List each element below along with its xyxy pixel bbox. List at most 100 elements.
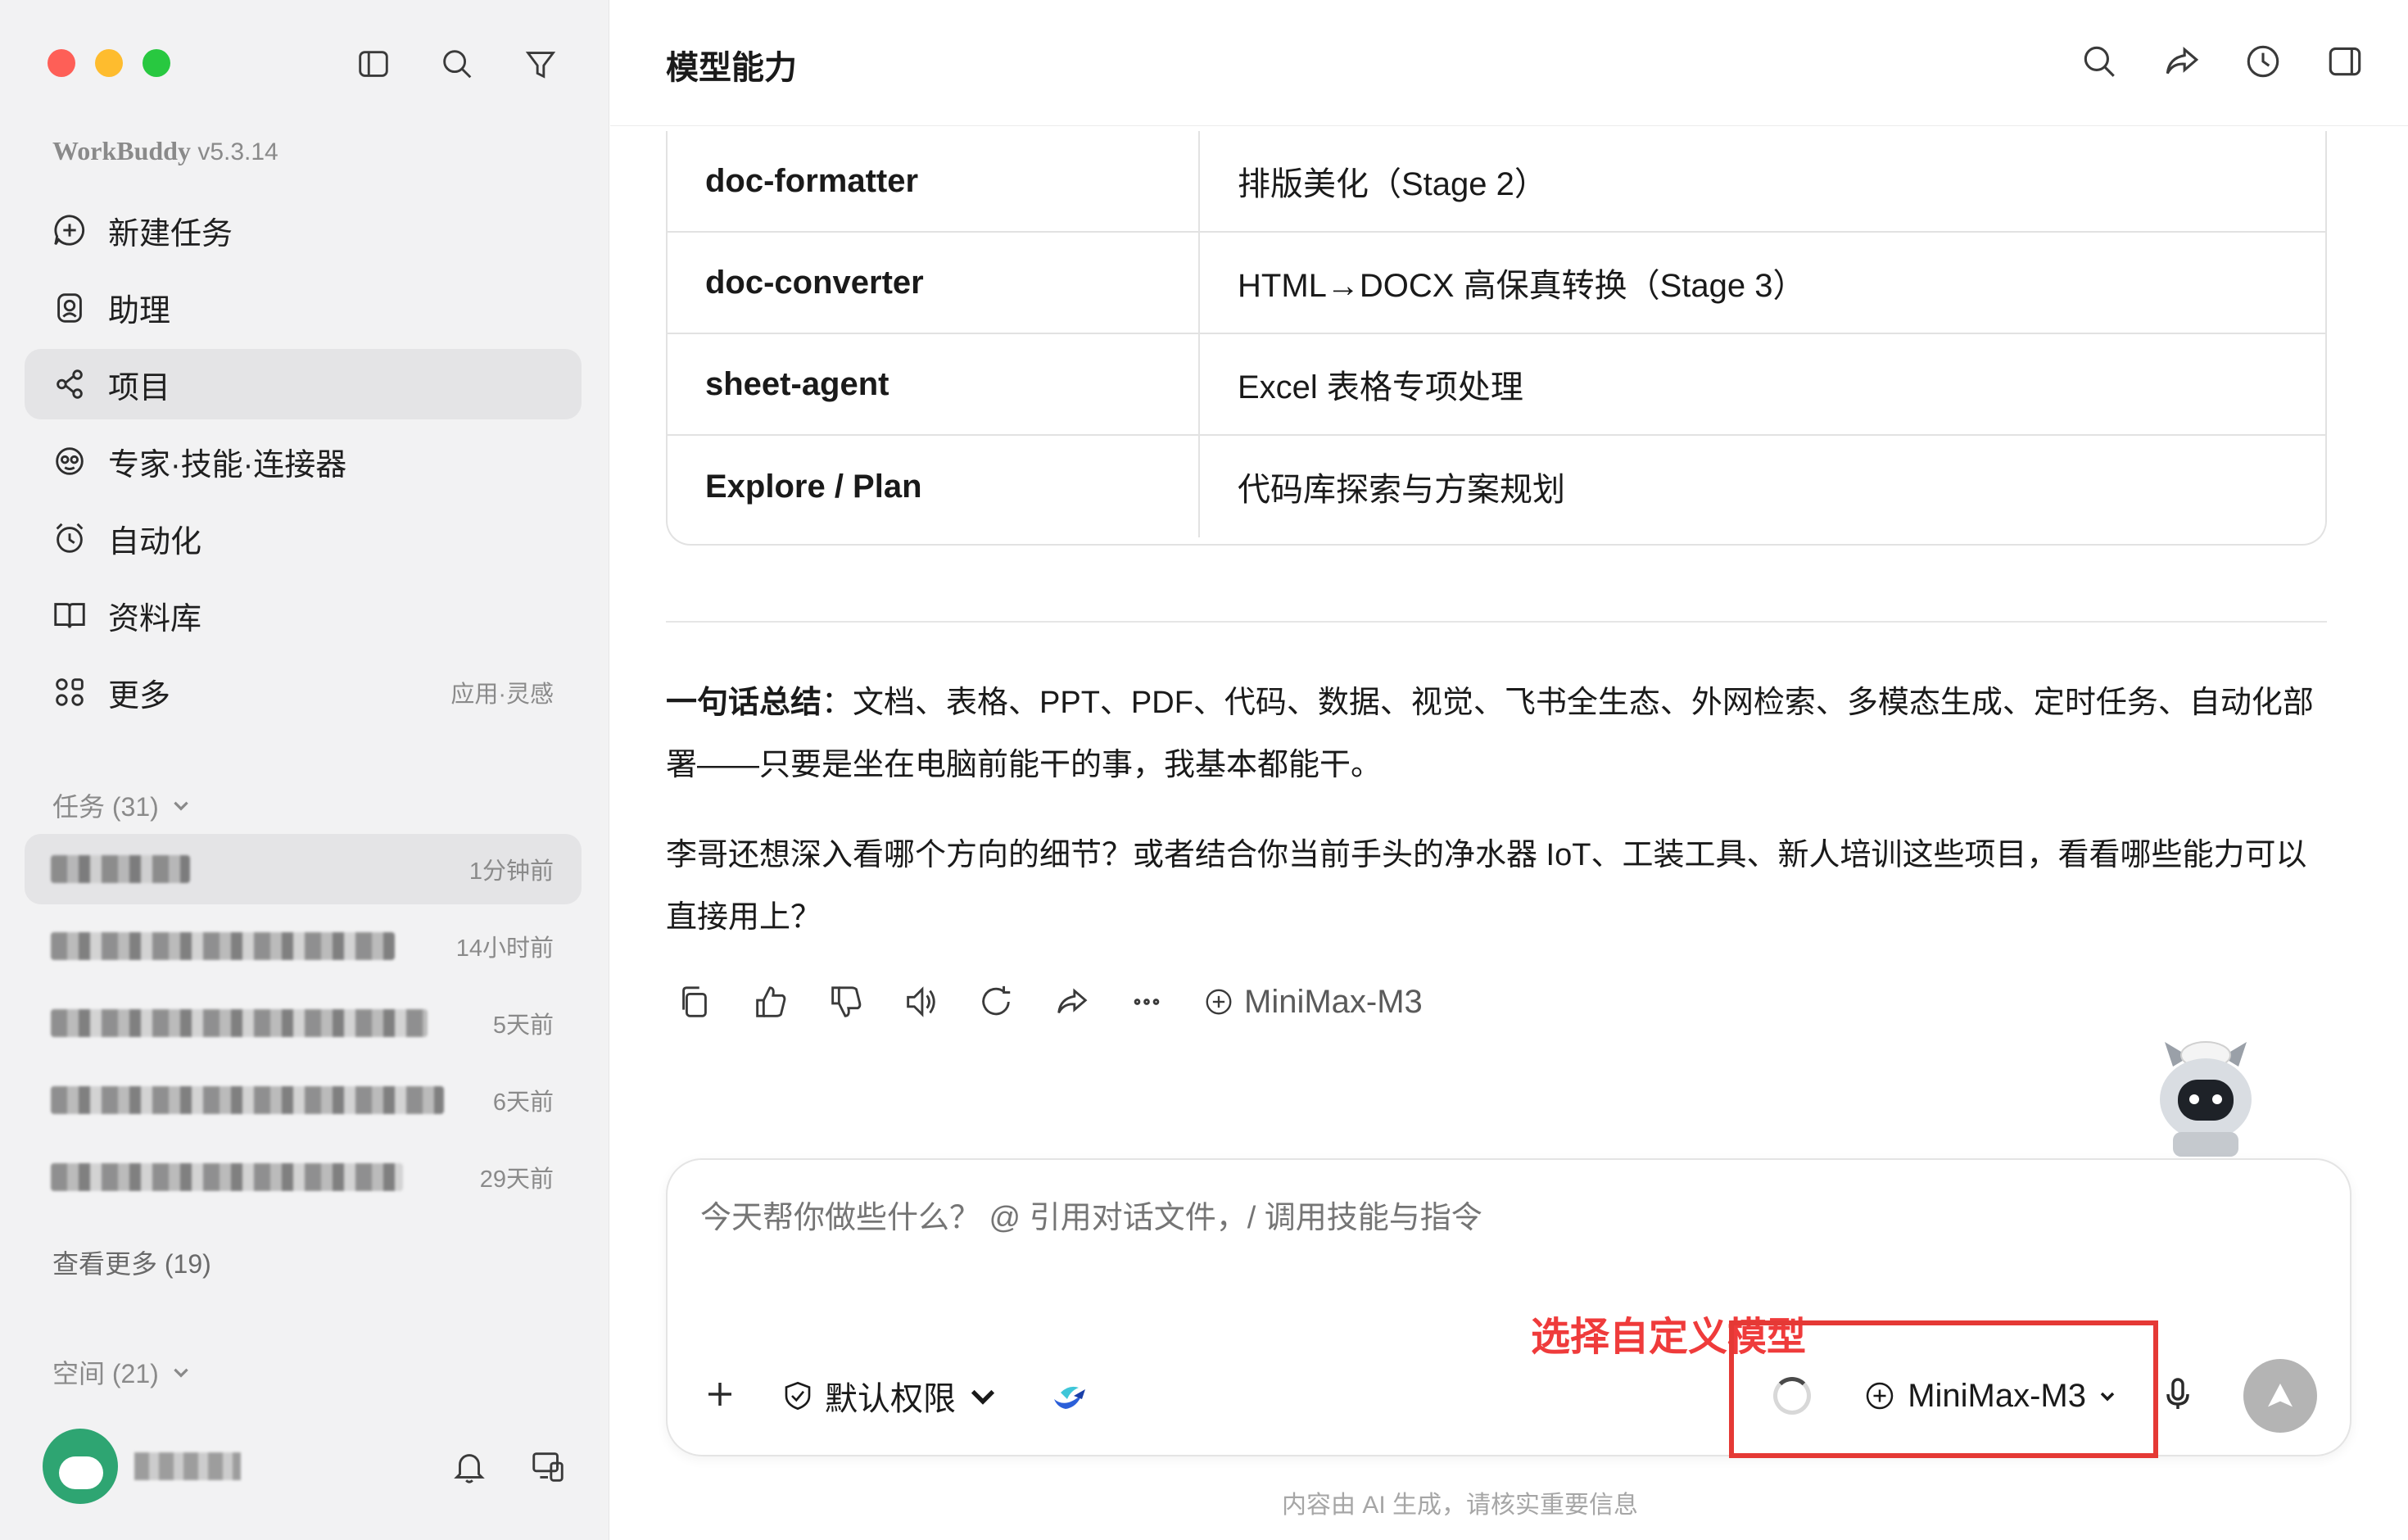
summary-paragraph: 一句话总结：文档、表格、PPT、PDF、代码、数据、视觉、飞书全生态、外网检索、… bbox=[666, 672, 2337, 796]
filter-button[interactable] bbox=[519, 43, 562, 85]
table-cell-desc: HTML→DOCX 高保真转换（Stage 3） bbox=[1238, 268, 1806, 304]
followup-paragraph: 李哥还想深入看哪个方向的细节？或者结合你当前手头的净水器 IoT、工装工具、新人… bbox=[666, 838, 2307, 935]
task-time: 14小时前 bbox=[455, 935, 554, 962]
page-title: 模型能力 bbox=[666, 50, 797, 86]
chevron-down-icon bbox=[971, 1389, 995, 1405]
spaces-header[interactable]: 空间 (21) bbox=[52, 1353, 192, 1391]
table-cell-desc: 排版美化（Stage 2） bbox=[1238, 166, 1547, 202]
task-item[interactable]: 6天前 bbox=[25, 1065, 582, 1135]
nav-assistant[interactable]: 助理 bbox=[25, 272, 582, 342]
see-more-link[interactable]: 查看更多 (19) bbox=[52, 1243, 211, 1281]
nav-more[interactable]: 更多 应用·灵感 bbox=[25, 657, 582, 727]
attach-button[interactable] bbox=[700, 1375, 740, 1418]
task-title-redacted bbox=[51, 932, 395, 960]
chevron-down-icon bbox=[174, 801, 188, 811]
microphone-icon bbox=[2166, 1377, 2189, 1409]
table-cell-name: Explore / Plan bbox=[668, 436, 1200, 537]
topbar: 模型能力 bbox=[610, 0, 2408, 126]
capabilities-table: doc-formatter 排版美化（Stage 2） doc-converte… bbox=[666, 131, 2327, 546]
message-input[interactable] bbox=[700, 1201, 2256, 1236]
chevron-down-icon bbox=[174, 1368, 188, 1378]
send-button[interactable] bbox=[2243, 1359, 2317, 1433]
app-brand: WorkBuddy v5.3.14 bbox=[52, 136, 278, 166]
panel-toggle-icon[interactable] bbox=[2324, 41, 2365, 82]
table-row: sheet-agent Excel 表格专项处理 bbox=[668, 334, 2325, 436]
task-time: 1分钟前 bbox=[468, 858, 554, 885]
summary-text: ：文档、表格、PPT、PDF、代码、数据、视觉、飞书全生态、外网检索、多模态生成… bbox=[666, 686, 2314, 782]
nav-expert[interactable]: 专家·技能·连接器 bbox=[25, 426, 582, 496]
table-cell-desc: 代码库探索与方案规划 bbox=[1238, 472, 1565, 508]
task-item[interactable]: 29天前 bbox=[25, 1142, 582, 1212]
sidebar-toolbar bbox=[352, 43, 562, 85]
task-title-redacted bbox=[51, 1009, 428, 1037]
nav-new-task[interactable]: 新建任务 bbox=[25, 195, 582, 265]
nav-label: 自动化 bbox=[108, 524, 202, 559]
table-cell-desc: Excel 表格专项处理 bbox=[1238, 369, 1523, 405]
app-version: v5.3.14 bbox=[197, 138, 278, 165]
shield-check-icon bbox=[785, 1381, 811, 1411]
integration-logo-icon[interactable] bbox=[1049, 1376, 1089, 1415]
ai-disclaimer: 内容由 AI 生成，请核实重要信息 bbox=[1281, 1492, 1638, 1519]
share-icon[interactable] bbox=[1052, 983, 1090, 1021]
message-actions: MiniMax-M3 bbox=[676, 983, 1423, 1021]
close-window-button[interactable] bbox=[48, 49, 75, 77]
plus-icon bbox=[708, 1382, 731, 1406]
nav-label: 新建任务 bbox=[108, 216, 233, 251]
nav-automation[interactable]: 自动化 bbox=[25, 503, 582, 573]
maximize-window-button[interactable] bbox=[143, 49, 170, 77]
send-arrow-icon bbox=[2268, 1384, 2293, 1407]
device-icon[interactable] bbox=[529, 1447, 567, 1485]
history-icon[interactable] bbox=[2243, 41, 2284, 82]
speaker-icon[interactable] bbox=[902, 983, 939, 1021]
response-model-label: MiniMax-M3 bbox=[1244, 983, 1423, 1020]
plus-circle-icon bbox=[1206, 989, 1232, 1015]
task-item[interactable]: 14小时前 bbox=[25, 911, 582, 981]
alarm-icon bbox=[56, 523, 84, 553]
divider bbox=[666, 621, 2327, 623]
task-title-redacted bbox=[51, 855, 190, 883]
topbar-tools bbox=[2079, 41, 2365, 82]
nav-library[interactable]: 资料库 bbox=[25, 580, 582, 650]
copy-icon[interactable] bbox=[676, 983, 713, 1021]
thumbs-down-icon[interactable] bbox=[826, 983, 864, 1021]
nav-more-extra[interactable]: 应用·灵感 bbox=[450, 675, 554, 709]
book-icon bbox=[54, 603, 85, 628]
task-item[interactable]: 1分钟前 bbox=[25, 834, 582, 904]
thumbs-up-icon[interactable] bbox=[751, 983, 789, 1021]
regenerate-icon[interactable] bbox=[977, 983, 1015, 1021]
sidebar-search-button[interactable] bbox=[436, 43, 478, 85]
minimize-window-button[interactable] bbox=[95, 49, 123, 77]
table-row: doc-converter HTML→DOCX 高保真转换（Stage 3） bbox=[668, 233, 2325, 334]
new-task-icon bbox=[54, 215, 85, 246]
sidebar-toggle-icon bbox=[359, 51, 388, 77]
task-list: 1分钟前 14小时前 5天前 6天前 29天前 bbox=[25, 834, 582, 1219]
avatar[interactable] bbox=[43, 1429, 118, 1504]
toggle-sidebar-button[interactable] bbox=[352, 43, 395, 85]
task-time: 29天前 bbox=[479, 1166, 554, 1193]
user-name-redacted bbox=[134, 1452, 241, 1480]
voice-input-button[interactable] bbox=[2158, 1375, 2198, 1418]
nav-project[interactable]: 项目 bbox=[25, 349, 582, 419]
main-panel: 模型能力 doc-formatter 排版美化（Stage 2） doc-con… bbox=[610, 0, 2408, 1540]
task-title-redacted bbox=[51, 1086, 444, 1114]
bell-icon[interactable] bbox=[450, 1447, 488, 1485]
table-cell-name: sheet-agent bbox=[668, 334, 1200, 434]
search-icon[interactable] bbox=[2079, 41, 2120, 82]
task-item[interactable]: 5天前 bbox=[25, 988, 582, 1058]
permission-dropdown[interactable]: 默认权限 bbox=[781, 1372, 1000, 1420]
table-cell-name: doc-formatter bbox=[668, 131, 1200, 231]
tasks-header[interactable]: 任务 (31) bbox=[52, 786, 192, 824]
sidebar: WorkBuddy v5.3.14 新建任务 助理 项目 专家·技能·连接器 自… bbox=[0, 0, 609, 1540]
search-icon bbox=[443, 50, 472, 79]
table-cell-name: doc-converter bbox=[668, 233, 1200, 333]
share-icon[interactable] bbox=[2161, 41, 2202, 82]
nav-label: 项目 bbox=[108, 370, 171, 405]
permission-label: 默认权限 bbox=[825, 1381, 956, 1417]
spaces-header-label: 空间 (21) bbox=[52, 1359, 159, 1388]
more-dots-icon[interactable] bbox=[1128, 983, 1166, 1021]
filter-icon bbox=[525, 52, 556, 79]
task-time: 6天前 bbox=[492, 1089, 554, 1116]
table-row: doc-formatter 排版美化（Stage 2） bbox=[668, 131, 2325, 233]
app-name: WorkBuddy bbox=[52, 136, 191, 165]
response-model-tag[interactable]: MiniMax-M3 bbox=[1203, 984, 1423, 1021]
